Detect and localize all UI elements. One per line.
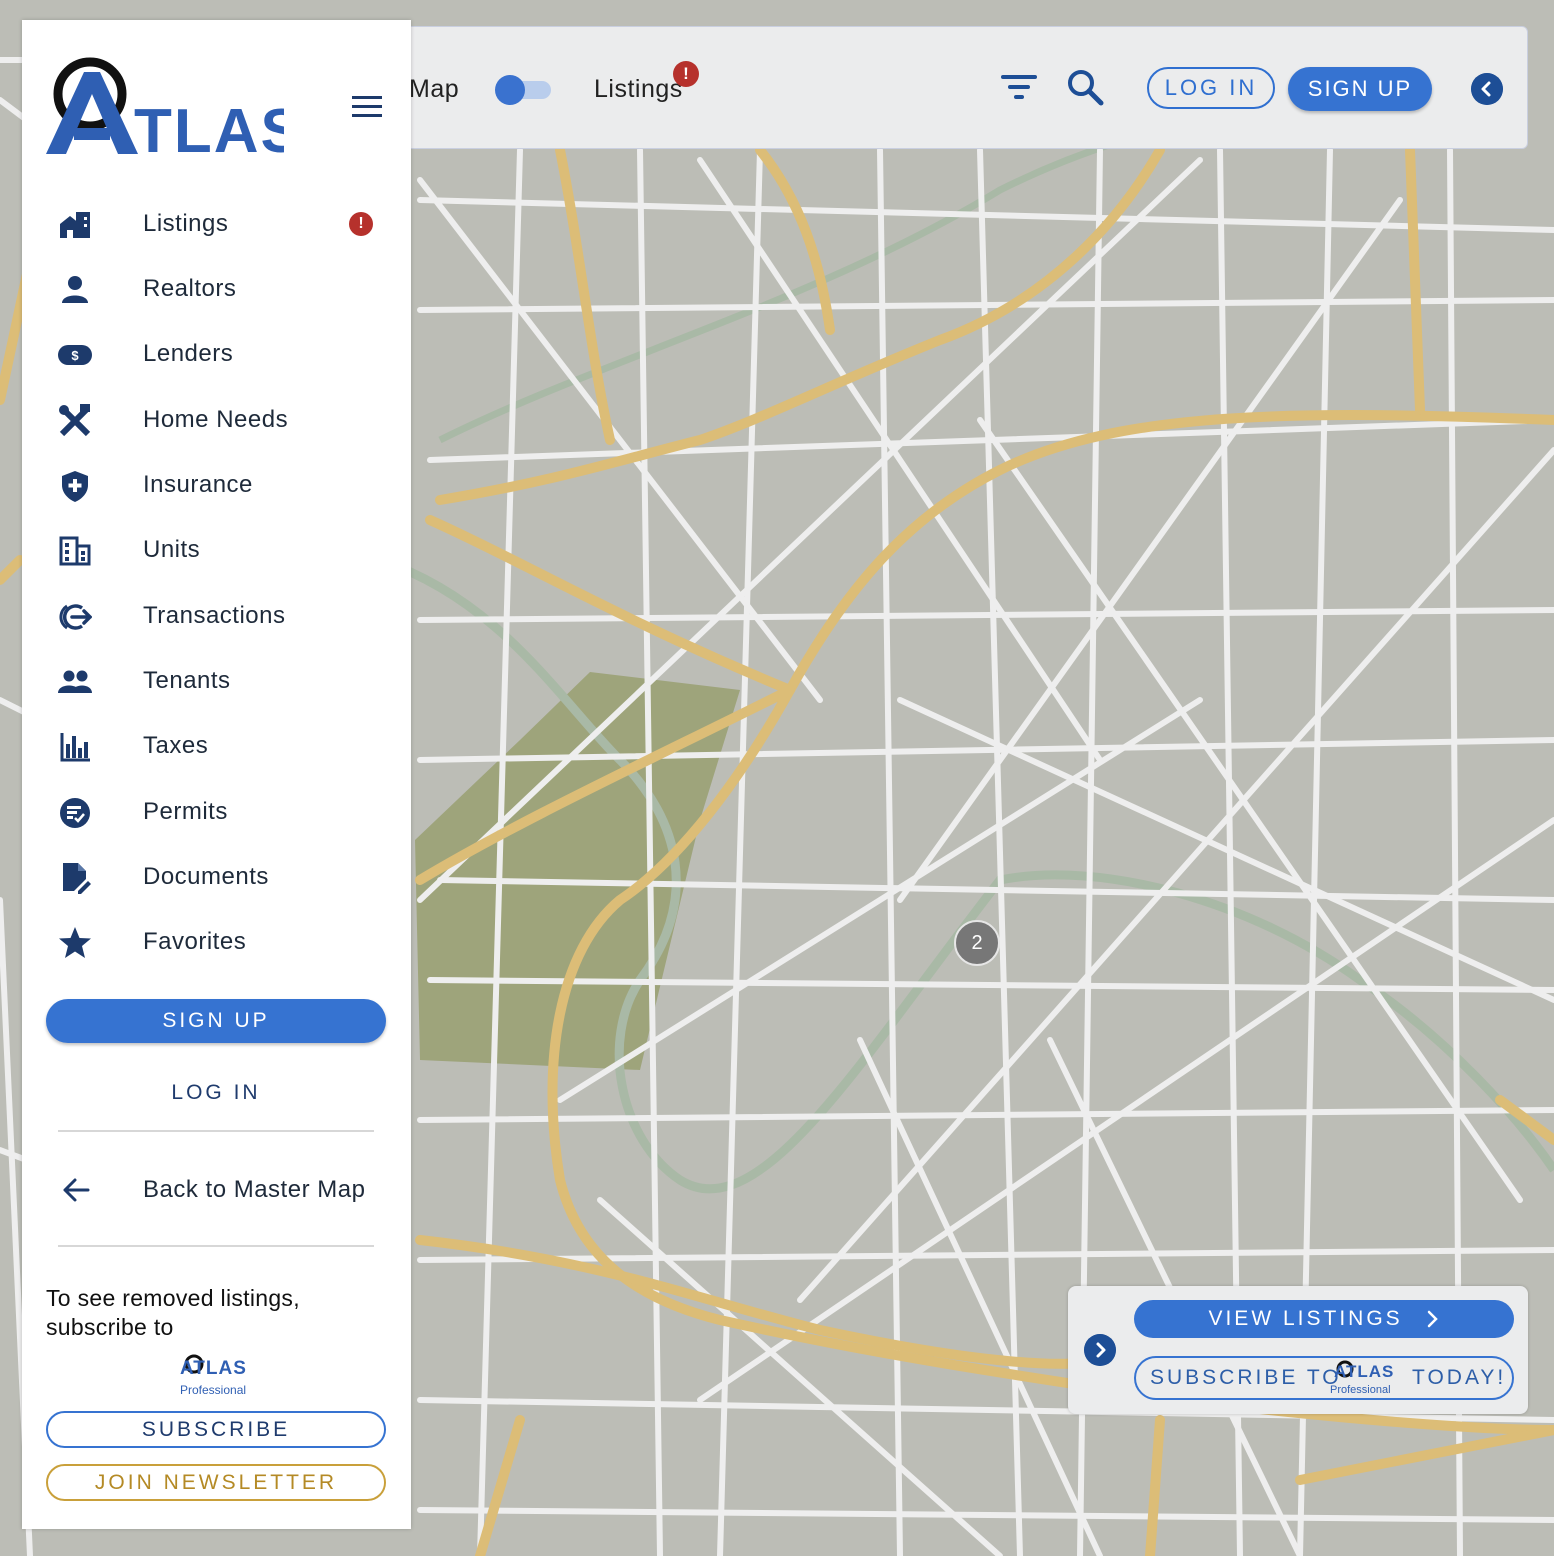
sidebar-item-tenants[interactable]: Tenants xyxy=(22,653,411,709)
today-label: TODAY! xyxy=(1412,1366,1507,1389)
divider xyxy=(58,1130,374,1132)
chevron-right-icon[interactable] xyxy=(1084,1334,1116,1366)
top-toolbar: Map Listings ! LOG IN SIGN UP xyxy=(390,26,1528,149)
atlas-pro-wordmark: ATLAS xyxy=(180,1358,247,1379)
sidebar-item-label: Transactions xyxy=(143,602,286,629)
sidebar-item-label: Insurance xyxy=(143,471,253,498)
home-city-icon xyxy=(60,212,90,238)
person-icon xyxy=(62,276,88,303)
back-to-master-map-label: Back to Master Map xyxy=(143,1176,366,1203)
shield-plus-icon xyxy=(62,471,88,502)
search-icon[interactable] xyxy=(1065,67,1105,107)
filter-icon[interactable] xyxy=(1001,71,1037,103)
svg-text:$: $ xyxy=(71,348,79,363)
sidebar-item-label: Permits xyxy=(143,798,228,825)
back-to-master-map-link[interactable]: Back to Master Map xyxy=(22,1162,411,1218)
sidebar-item-documents[interactable]: Documents xyxy=(22,849,411,905)
sidebar-item-label: Listings xyxy=(143,210,229,237)
arrow-left-icon xyxy=(63,1178,90,1202)
listings-view-label: Listings xyxy=(594,75,683,103)
atlas-professional-logo: ATLAS Professional xyxy=(1330,1360,1406,1398)
removed-listings-promo-text: To see removed listings, subscribe to xyxy=(46,1285,300,1340)
hamburger-menu-icon[interactable] xyxy=(352,96,382,118)
star-icon xyxy=(59,927,91,958)
map-view-label: Map xyxy=(409,75,460,103)
atlas-pro-subtitle: Professional xyxy=(180,1383,247,1397)
listings-alert-badge: ! xyxy=(673,61,699,87)
sidebar-item-home-needs[interactable]: Home Needs xyxy=(22,392,411,448)
join-newsletter-button[interactable]: JOIN NEWSLETTER xyxy=(46,1464,386,1501)
view-listings-button[interactable]: VIEW LISTINGS xyxy=(1134,1300,1514,1338)
view-listings-label: VIEW LISTINGS xyxy=(1208,1307,1403,1330)
chevron-right-icon xyxy=(1427,1311,1438,1328)
atlas-pro-wordmark: ATLAS xyxy=(1334,1362,1395,1381)
sidebar-item-label: Units xyxy=(143,536,201,563)
money-icon: $ xyxy=(58,345,92,365)
building-icon xyxy=(59,536,91,566)
sidebar-item-label: Home Needs xyxy=(143,406,289,433)
atlas-logo-mark: TLAS xyxy=(46,57,302,166)
subscribe-button[interactable]: SUBSCRIBE xyxy=(46,1411,386,1448)
map-listings-toggle[interactable] xyxy=(495,75,551,105)
atlas-logo[interactable]: TLAS xyxy=(44,56,302,166)
login-button-top[interactable]: LOG IN xyxy=(1147,67,1275,109)
map-cluster-marker[interactable]: 2 xyxy=(954,920,1000,966)
sidebar-item-listings[interactable]: Listings ! xyxy=(22,196,411,252)
permit-check-icon xyxy=(60,798,90,828)
people-icon xyxy=(58,670,92,693)
sidebar-item-label: Taxes xyxy=(143,732,209,759)
sidebar-item-label: Lenders xyxy=(143,340,234,367)
atlas-wordmark: TLAS xyxy=(134,97,284,156)
subscribe-today-button[interactable]: SUBSCRIBE TO ATLAS Professional TODAY! xyxy=(1134,1356,1514,1400)
sidebar-item-insurance[interactable]: Insurance xyxy=(22,457,411,513)
tools-icon xyxy=(59,404,91,437)
sidebar: TLAS Listings ! Realtors $ Lenders Home … xyxy=(22,20,411,1529)
sidebar-item-taxes[interactable]: Taxes xyxy=(22,718,411,774)
sidebar-item-transactions[interactable]: Transactions xyxy=(22,588,411,644)
atlas-professional-logo: ATLAS Professional xyxy=(176,1354,256,1398)
listings-action-panel: VIEW LISTINGS SUBSCRIBE TO ATLAS Profess… xyxy=(1068,1286,1528,1414)
sidebar-item-label: Tenants xyxy=(143,667,231,694)
sidebar-item-label: Documents xyxy=(143,863,269,890)
document-edit-icon xyxy=(63,863,91,894)
subscribe-to-label: SUBSCRIBE TO xyxy=(1150,1366,1342,1389)
exchange-icon xyxy=(59,604,92,630)
bar-chart-icon xyxy=(60,733,90,762)
sidebar-item-lenders[interactable]: $ Lenders xyxy=(22,326,411,382)
sidebar-item-realtors[interactable]: Realtors xyxy=(22,261,411,317)
toggle-knob xyxy=(495,75,525,105)
sidebar-item-label: Favorites xyxy=(143,928,247,955)
sidebar-item-units[interactable]: Units xyxy=(22,522,411,578)
sidebar-item-favorites[interactable]: Favorites xyxy=(22,914,411,970)
signup-button-top[interactable]: SIGN UP xyxy=(1288,67,1432,111)
signup-button[interactable]: SIGN UP xyxy=(46,999,386,1043)
sidebar-item-label: Realtors xyxy=(143,275,237,302)
listings-alert-badge: ! xyxy=(349,212,373,236)
login-button[interactable]: LOG IN xyxy=(46,1075,386,1111)
chevron-left-icon[interactable] xyxy=(1471,73,1503,105)
atlas-pro-subtitle: Professional xyxy=(1330,1384,1391,1396)
sidebar-item-permits[interactable]: Permits xyxy=(22,784,411,840)
divider xyxy=(58,1245,374,1247)
